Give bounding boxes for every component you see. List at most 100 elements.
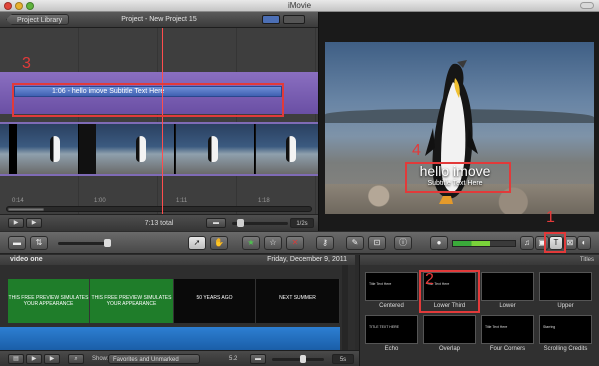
- title-thumb-overlap[interactable]: [423, 315, 476, 344]
- title-thumb-upper[interactable]: [539, 272, 592, 301]
- eyedropper-icon[interactable]: ✎: [346, 236, 364, 250]
- event-vertical-scrollbar[interactable]: [342, 265, 348, 350]
- event-zoom-value: 5s: [332, 354, 354, 364]
- project-zoom-knob[interactable]: [237, 219, 244, 227]
- event-clip[interactable]: THIS FREE PREVIEW SIMULATES YOUR APPEARA…: [8, 279, 90, 323]
- clip-text: THIS FREE PREVIEW SIMULATES YOUR APPEARA…: [91, 295, 172, 307]
- title-label: Overlap: [438, 346, 460, 352]
- title-thumb-centered[interactable]: Title Text Here: [365, 272, 418, 301]
- event-footer: ▤ ▶ ▶ ⌕ Show: Favorites and Unmarked 5.2…: [0, 350, 359, 366]
- film-frame: [256, 124, 318, 174]
- imovie-window: iMovie Project Library Project - New Pro…: [0, 0, 599, 366]
- annotation-box-title-clip: [12, 83, 284, 117]
- maps-backgrounds-icon[interactable]: ◐: [577, 236, 591, 250]
- voiceover-icon[interactable]: ●: [430, 236, 448, 250]
- scrollbar-thumb[interactable]: [8, 208, 44, 211]
- title-label: Upper: [557, 303, 574, 309]
- clip-text: 50 YEARS AGO: [196, 295, 233, 301]
- title-thumb-scrolling-credits[interactable]: Starring: [539, 315, 592, 344]
- crop-icon[interactable]: ⊡: [368, 236, 386, 250]
- unmark-icon[interactable]: ☆: [264, 236, 282, 250]
- annotation-number-4: 4: [412, 142, 421, 159]
- event-date: Friday, December 9, 2011: [267, 256, 347, 263]
- video-filmstrip[interactable]: [0, 122, 318, 176]
- penguin-thumbnail: [286, 136, 296, 162]
- playhead[interactable]: [162, 28, 163, 214]
- show-events-list-button[interactable]: ▤: [8, 354, 24, 364]
- title-label: Four Corners: [489, 346, 526, 352]
- event-zoom-knob[interactable]: [300, 355, 306, 363]
- main-toolbar: ▬ ⇅ ➚ ✋ ★ ☆ ✕ ⚷ ✎ ⊡ ⓘ ● ♫ ▣ T ⊠ ◐: [0, 231, 599, 254]
- project-zoom-value: 1/2s: [290, 218, 314, 228]
- timeline-grid: [0, 28, 318, 214]
- event-clip[interactable]: 50 YEARS AGO: [174, 279, 256, 323]
- title-preview-text: TITLE TEXT HERE: [369, 325, 400, 329]
- inspector-icon[interactable]: ⓘ: [394, 236, 412, 250]
- event-browser[interactable]: THIS FREE PREVIEW SIMULATES YOUR APPEARA…: [0, 265, 355, 350]
- annotation-number-2: 2: [425, 271, 434, 288]
- clip-count: 5.2: [229, 356, 238, 362]
- event-zoom-slider[interactable]: [272, 358, 324, 361]
- project-browser[interactable]: 1:06 - hello imove Subtitle Text Here 0:…: [0, 28, 318, 214]
- audio-skimming-button[interactable]: ▬: [206, 218, 226, 228]
- project-footer: ▶ ▶ 7:13 total ▬ 1/2s: [0, 214, 318, 231]
- title-thumb-lower[interactable]: [481, 272, 534, 301]
- keyword-icon[interactable]: ⚷: [316, 236, 334, 250]
- ruler-tick: 1:00: [94, 198, 106, 204]
- clip-text: NEXT SUMMER: [279, 295, 316, 301]
- thumbnail-size-slider[interactable]: [58, 242, 110, 245]
- ruler-tick: 0:14: [12, 198, 24, 204]
- show-label: Show:: [92, 356, 109, 362]
- view-mode-button[interactable]: [262, 15, 280, 24]
- event-header: video one Friday, December 9, 2011: [0, 255, 355, 265]
- annotation-number-1: 1: [546, 209, 555, 226]
- annotation-box-titles-button: [544, 232, 566, 253]
- window-title: iMovie: [287, 1, 312, 10]
- annotation-number-3: 3: [22, 55, 31, 72]
- camera-import-icon[interactable]: ▬: [8, 236, 26, 250]
- event-name: video one: [10, 256, 43, 263]
- swap-events-projects-icon[interactable]: ⇅: [30, 236, 48, 250]
- search-icon[interactable]: ⌕: [68, 354, 84, 364]
- film-gap: [9, 124, 17, 174]
- toolbar-toggle-button[interactable]: [580, 2, 594, 9]
- film-frame: [176, 124, 255, 174]
- event-skimming-button[interactable]: ▬: [250, 354, 266, 364]
- ruler-tick: 1:11: [176, 198, 188, 204]
- penguin-thumbnail: [50, 136, 60, 162]
- show-filter-select[interactable]: Favorites and Unmarked: [108, 354, 200, 364]
- annotation-box-viewer-title: [405, 162, 511, 193]
- ruler-tick: 1:18: [258, 198, 270, 204]
- project-header: Project Library Project - New Project 15: [0, 12, 318, 28]
- title-preview-text: Starring: [543, 325, 556, 329]
- project-options-button[interactable]: [283, 15, 305, 24]
- hand-tool-icon[interactable]: ✋: [210, 236, 228, 250]
- clip-text: THIS FREE PREVIEW SIMULATES YOUR APPEARA…: [8, 295, 89, 307]
- title-preview-text: Title Text Here: [369, 282, 392, 286]
- titles-header: Titles: [360, 255, 599, 265]
- penguin-thumbnail: [208, 136, 218, 162]
- title-label: Scrolling Credits: [543, 346, 588, 352]
- event-clip[interactable]: NEXT SUMMER: [256, 279, 340, 323]
- title-label: Centered: [379, 303, 404, 309]
- film-frame: [96, 124, 175, 174]
- play-event-button[interactable]: ▶: [44, 354, 60, 364]
- project-horizontal-scrollbar[interactable]: [6, 206, 312, 212]
- music-browser-icon[interactable]: ♫: [520, 236, 534, 250]
- title-bar: iMovie: [0, 0, 599, 12]
- title-label: Echo: [384, 346, 399, 352]
- reject-icon[interactable]: ✕: [286, 236, 304, 250]
- audio-level-meter: [452, 240, 516, 247]
- event-clip[interactable]: THIS FREE PREVIEW SIMULATES YOUR APPEARA…: [90, 279, 174, 323]
- penguin-thumbnail: [136, 136, 146, 162]
- title-preview-text: Title Text Here: [485, 325, 508, 329]
- mark-favorite-icon[interactable]: ★: [242, 236, 260, 250]
- title-thumb-echo[interactable]: TITLE TEXT HERE: [365, 315, 418, 344]
- play-selection-button[interactable]: ▶: [26, 354, 42, 364]
- preview-viewer[interactable]: [318, 12, 599, 231]
- title-thumb-four-corners[interactable]: Title Text Here: [481, 315, 534, 344]
- title-label: Lower: [499, 303, 516, 309]
- thumbnail-size-knob[interactable]: [104, 239, 111, 247]
- arrow-tool-icon[interactable]: ➚: [188, 236, 206, 250]
- event-clip-row[interactable]: [0, 327, 340, 350]
